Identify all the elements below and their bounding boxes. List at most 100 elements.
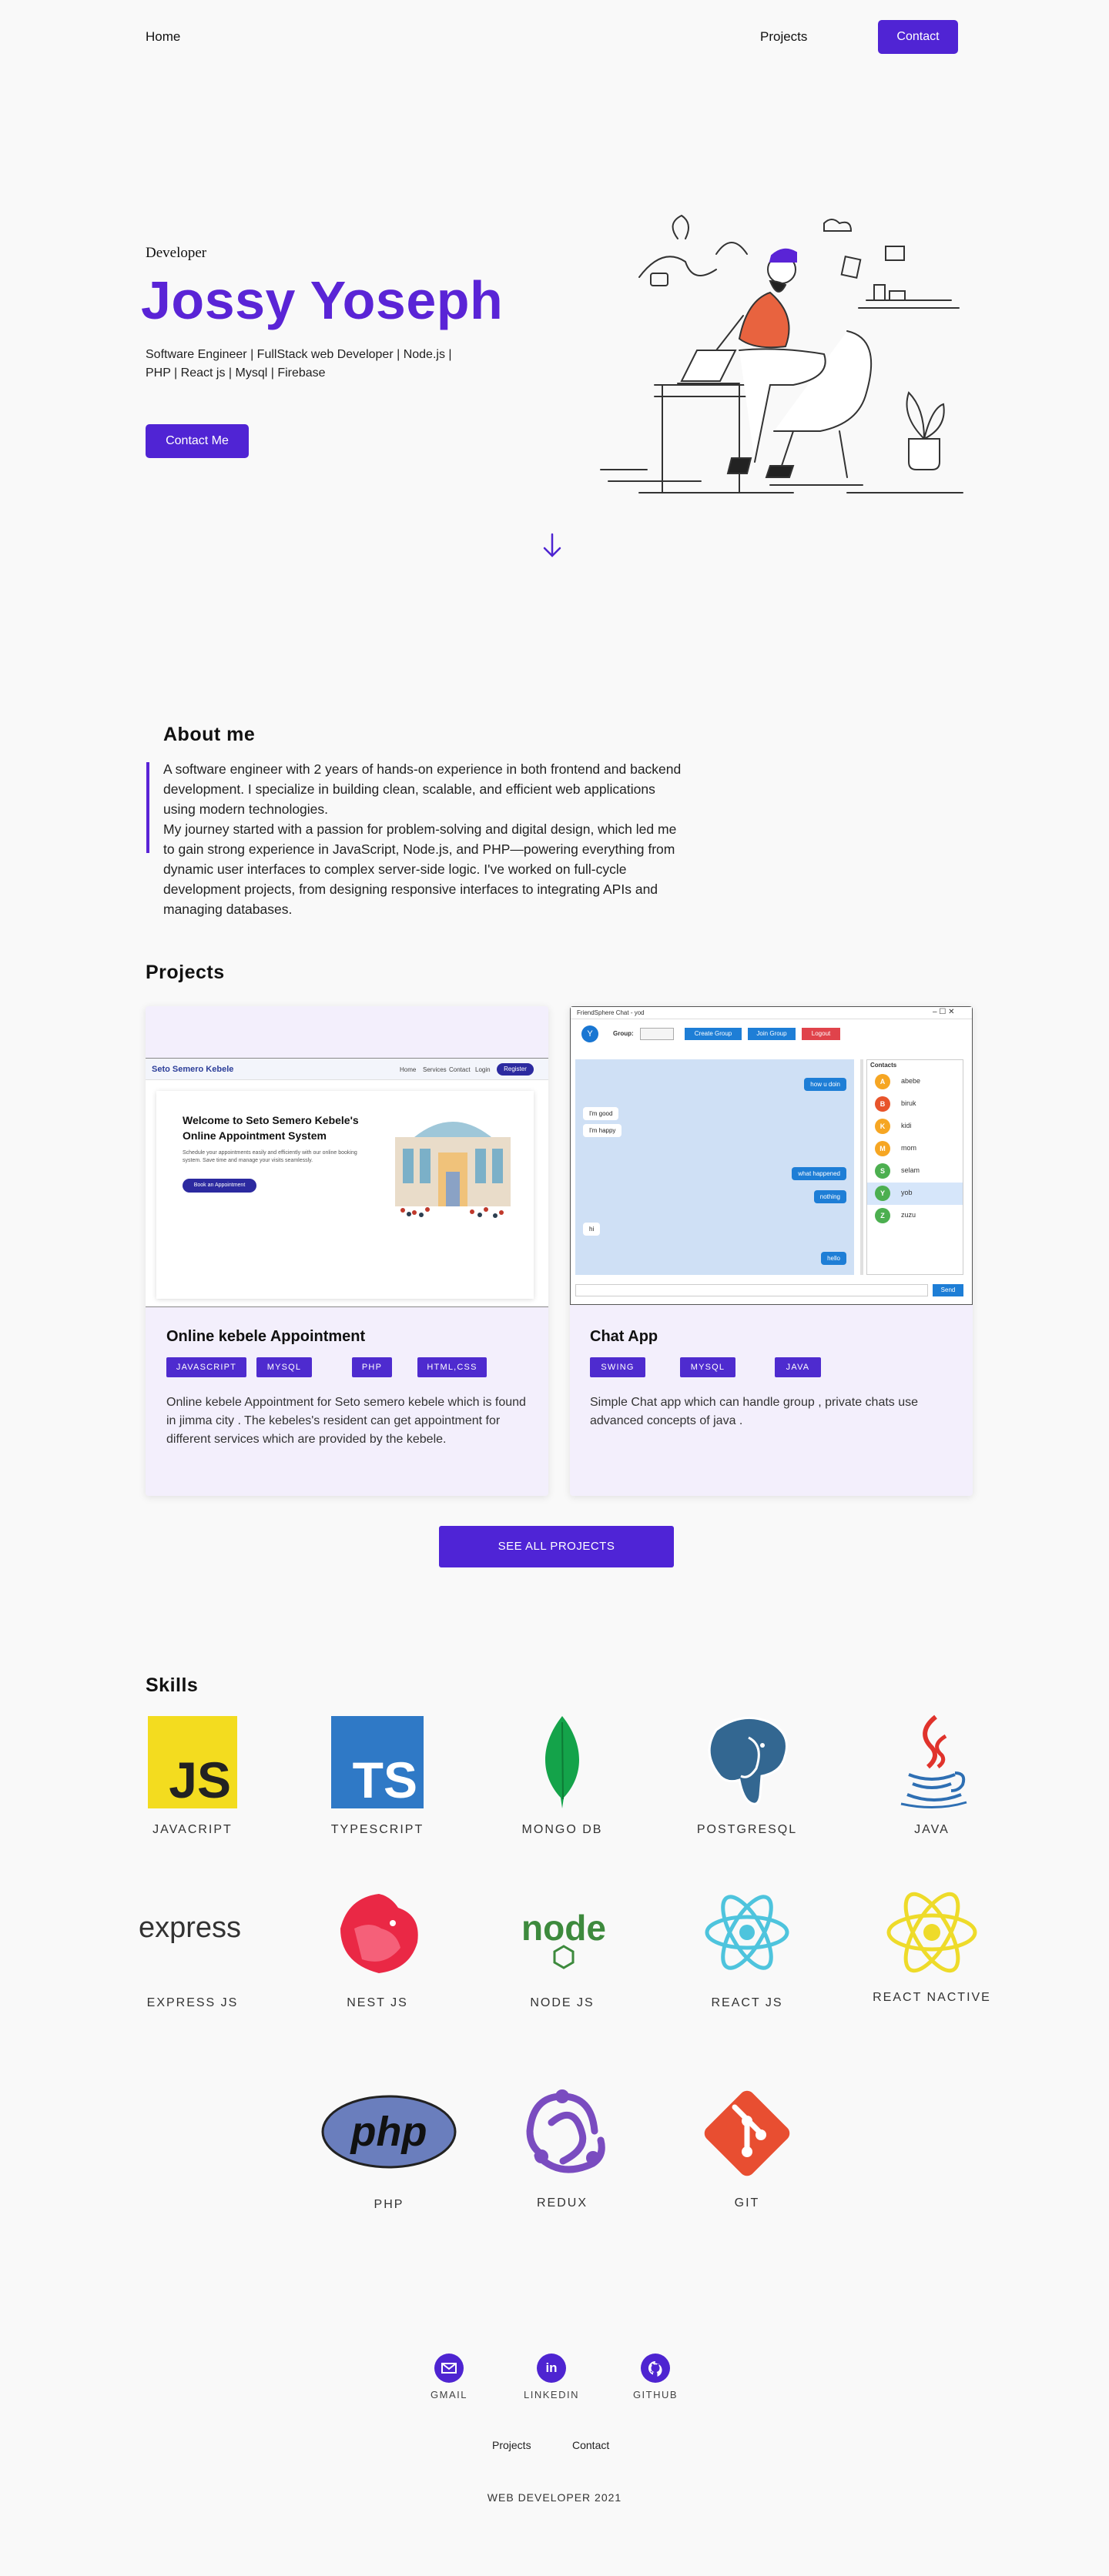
- skill-label: NEST JS: [347, 1996, 408, 2009]
- contact-me-button[interactable]: Contact Me: [146, 424, 249, 458]
- express-icon: express: [139, 1912, 241, 1944]
- developer-illustration: [600, 214, 963, 493]
- screenshot-titlebar: FriendSphere Chat - yod – ☐ ✕: [571, 1007, 972, 1019]
- window-controls-icon: – ☐ ✕: [933, 1008, 955, 1016]
- skill-label: MONGO DB: [521, 1823, 603, 1836]
- contact-avatar: B: [875, 1096, 890, 1112]
- screenshot-avatar: Y: [581, 1025, 598, 1042]
- contact-name: yob: [901, 1189, 913, 1196]
- screenshot-scrollbar: [860, 1059, 863, 1275]
- skill-label: REACT JS: [711, 1996, 783, 2009]
- project-title: Chat App: [590, 1328, 658, 1345]
- nav-contact-button[interactable]: Contact: [878, 20, 958, 54]
- project-screenshot-kebele: Seto Semero Kebele Home Services Contact…: [146, 1058, 548, 1307]
- java-icon: [900, 1715, 967, 1808]
- project-card-chat[interactable]: FriendSphere Chat - yod – ☐ ✕ Y Group: C…: [570, 1006, 973, 1496]
- hero-name: Jossy Yoseph: [141, 270, 504, 330]
- skill-label: JAVACRIPT: [152, 1823, 233, 1836]
- project-tag: PHP: [352, 1357, 392, 1377]
- javascript-icon: JS: [148, 1716, 237, 1808]
- project-screenshot-chat: FriendSphere Chat - yod – ☐ ✕ Y Group: C…: [570, 1006, 973, 1305]
- project-tag: HTML,CSS: [417, 1357, 487, 1377]
- nav-home-link[interactable]: Home: [146, 29, 180, 45]
- screenshot-send-button: Send: [933, 1284, 963, 1296]
- projects-title: Projects: [146, 962, 225, 983]
- social-label: LINKEDIN: [524, 2389, 579, 2400]
- nodejs-logo-text: node: [521, 1908, 606, 1948]
- screenshot-navbar: Seto Semero Kebele Home Services Contact…: [146, 1059, 548, 1080]
- arrow-down-icon[interactable]: [539, 531, 565, 562]
- contact-row: Aabebe: [867, 1071, 963, 1093]
- skill-label: GIT: [734, 2196, 760, 2210]
- screenshot-body-line: Schedule your appointments easily and ef…: [183, 1150, 357, 1156]
- nodejs-icon: node: [521, 1908, 606, 1969]
- contact-row: Bbiruk: [867, 1093, 963, 1116]
- screenshot-brand: Seto Semero Kebele: [152, 1065, 234, 1074]
- react-native-icon: [886, 1892, 977, 1973]
- php-icon: php: [321, 2095, 457, 2169]
- github-icon[interactable]: [641, 2354, 670, 2383]
- project-tag: MYSQL: [256, 1357, 312, 1377]
- copyright: WEB DEVELOPER 2021: [487, 2491, 622, 2504]
- contact-avatar: Y: [875, 1186, 890, 1201]
- screenshot-cta: Book an Appointment: [183, 1179, 256, 1193]
- screenshot-heading-line: Online Appointment System: [183, 1129, 327, 1142]
- screenshot-hero: Welcome to Seto Semero Kebele's Online A…: [156, 1091, 534, 1299]
- contact-name: selam: [901, 1166, 920, 1174]
- screenshot-button: Logout: [802, 1028, 840, 1040]
- gmail-icon[interactable]: [434, 2354, 464, 2383]
- contact-row: Zzuzu: [867, 1205, 963, 1227]
- screenshot-contacts-title: Contacts: [870, 1062, 897, 1069]
- chat-message: hello: [821, 1252, 846, 1265]
- project-card-kebele[interactable]: Seto Semero Kebele Home Services Contact…: [146, 1006, 548, 1496]
- contact-name: kidi: [901, 1122, 912, 1129]
- contact-avatar: S: [875, 1163, 890, 1179]
- chat-message: how u doin: [804, 1078, 846, 1091]
- screenshot-link: Home: [400, 1066, 417, 1073]
- about-title: About me: [163, 724, 256, 745]
- about-text: A software engineer with 2 years of hand…: [163, 761, 682, 917]
- hero-subtitle: Software Engineer | FullStack web Develo…: [146, 346, 531, 383]
- contact-name: mom: [901, 1144, 916, 1152]
- linkedin-glyph: in: [545, 2360, 558, 2375]
- screenshot-message-input: [575, 1284, 928, 1296]
- contact-row: Kkidi: [867, 1116, 963, 1138]
- hero-subtitle-line: PHP | React js | Mysql | Firebase: [146, 366, 326, 380]
- express-logo-text: express: [139, 1912, 241, 1944]
- linkedin-icon[interactable]: in: [537, 2354, 566, 2383]
- screenshot-register: Register: [497, 1063, 534, 1076]
- mongodb-icon: [545, 1716, 579, 1808]
- contact-name: zuzu: [901, 1211, 916, 1219]
- screenshot-group-select: [640, 1028, 674, 1040]
- screenshot-link: Login: [475, 1066, 491, 1073]
- screenshot-contacts: Contacts Aabebe Bbiruk Kkidi Mmom Sselam Yyob…: [866, 1059, 963, 1275]
- contact-name: biruk: [901, 1099, 916, 1107]
- nav-projects-link[interactable]: Projects: [760, 29, 807, 45]
- screenshot-group-label: Group:: [613, 1030, 634, 1037]
- hero-subtitle-line: Software Engineer | FullStack web Develo…: [146, 348, 452, 361]
- footer-projects-link[interactable]: Projects: [492, 2439, 531, 2451]
- skill-label: NODE JS: [530, 1996, 595, 2009]
- project-title: Online kebele Appointment: [166, 1328, 366, 1345]
- social-label: GITHUB: [632, 2389, 678, 2400]
- skill-label: POSTGRESQL: [696, 1823, 798, 1836]
- postgresql-icon: [708, 1716, 788, 1805]
- contact-row: Mmom: [867, 1138, 963, 1160]
- skill-label: EXPRESS JS: [146, 1996, 239, 2009]
- react-icon: [705, 1895, 789, 1970]
- hero-role: Developer: [146, 245, 207, 261]
- screenshot-link: Services: [423, 1066, 447, 1073]
- see-all-projects-button[interactable]: SEE ALL PROJECTS: [439, 1526, 674, 1567]
- skill-label: REACT NACTIVE: [873, 1991, 991, 2004]
- screenshot-toolbar: Y Group: Create Group Join Group Logout: [571, 1019, 972, 1047]
- skills-title: Skills: [146, 1674, 199, 1696]
- about-accent-bar: [146, 762, 149, 853]
- project-description: Simple Chat app which can handle group ,…: [590, 1396, 919, 1427]
- contact-avatar: M: [875, 1141, 890, 1156]
- chat-message: I'm good: [583, 1107, 619, 1120]
- contact-row: Sselam: [867, 1160, 963, 1183]
- project-tag: SWING: [590, 1357, 645, 1377]
- footer-contact-link[interactable]: Contact: [572, 2439, 609, 2451]
- php-logo-text: php: [350, 2109, 427, 2155]
- typescript-logo-text: TS: [353, 1751, 417, 1808]
